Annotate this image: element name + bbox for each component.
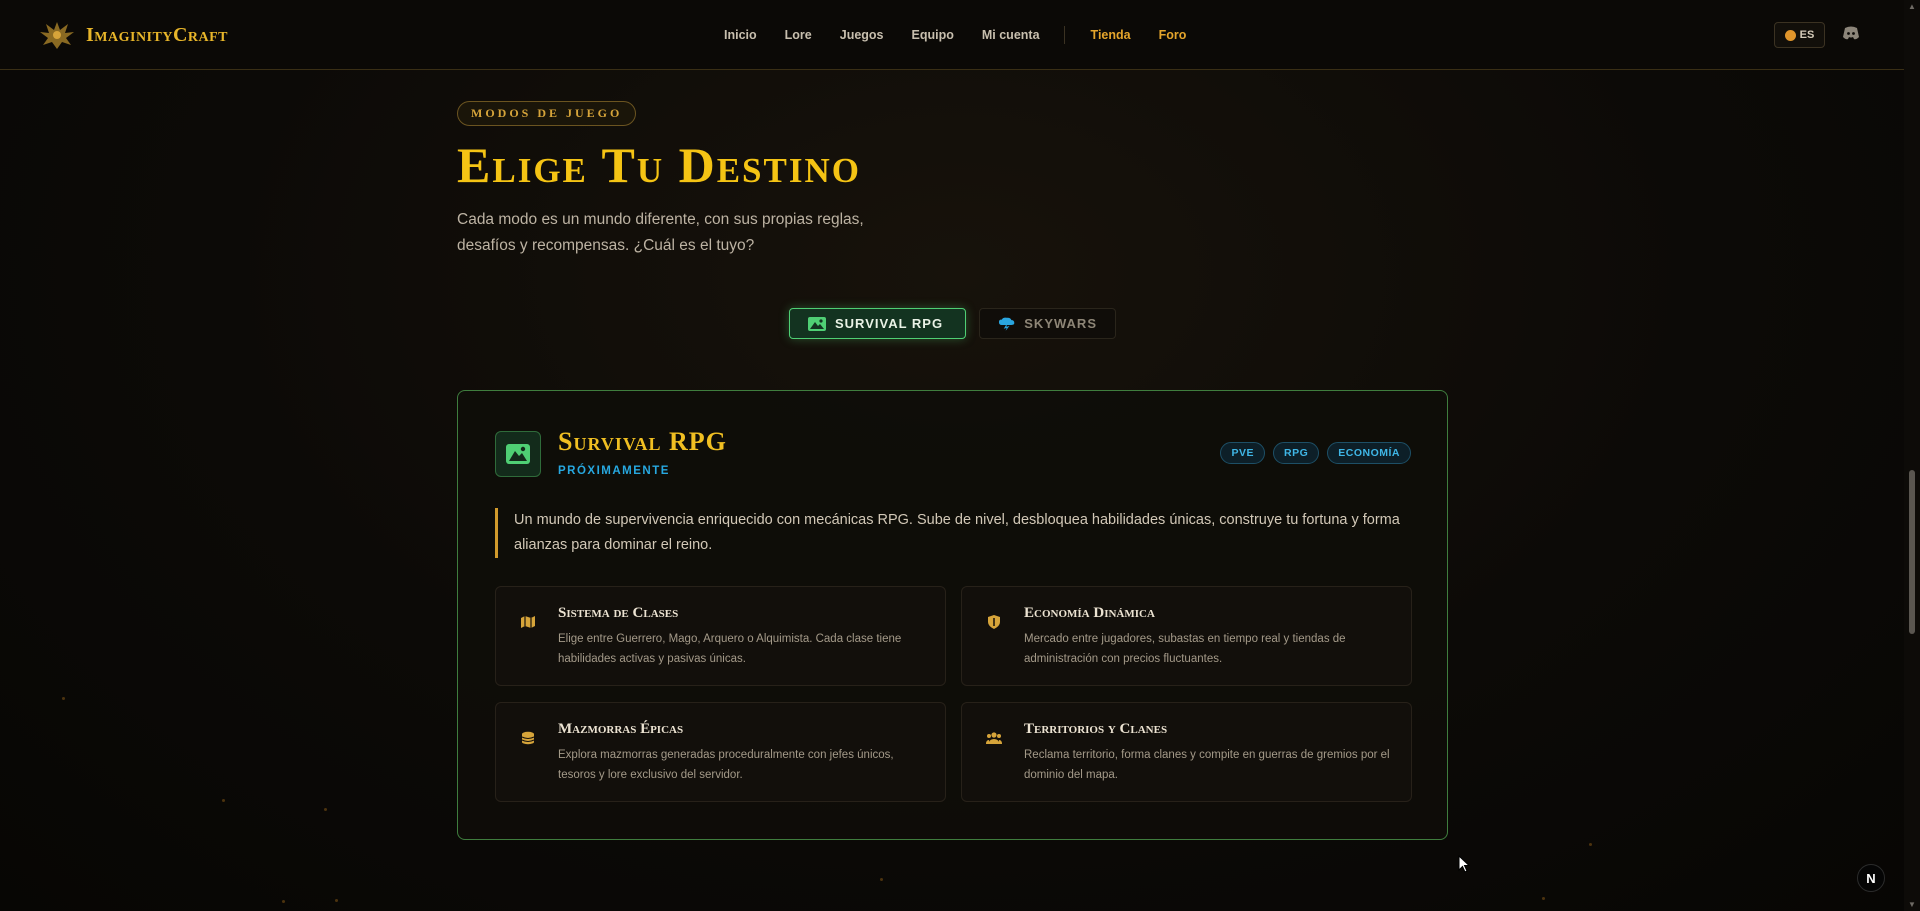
feature-desc: Mercado entre jugadores, subastas en tie… <box>1024 633 1346 665</box>
page-scrollbar[interactable]: ▲ ▼ <box>1904 0 1920 911</box>
feature-card: Mazmorras Épicas Explora mazmorras gener… <box>495 702 946 802</box>
phoenix-logo-icon <box>40 22 74 49</box>
tab-survival-rpg[interactable]: SURVIVAL RPG <box>789 308 966 339</box>
language-label: ES <box>1799 29 1815 41</box>
ember-particle <box>62 697 65 700</box>
ember-particle <box>282 900 285 903</box>
nav-lore[interactable]: Lore <box>785 28 812 42</box>
feature-desc: Reclama territorio, forma clanes y compi… <box>1024 749 1390 781</box>
nav-equipo[interactable]: Equipo <box>912 28 954 42</box>
globe-icon <box>1784 29 1796 41</box>
scroll-down-icon[interactable]: ▼ <box>1908 900 1916 909</box>
site-header: ImaginityCraft Inicio Lore Juegos Equipo… <box>0 0 1904 70</box>
ember-particle <box>880 878 883 881</box>
language-selector[interactable]: ES <box>1774 22 1825 48</box>
ember-particle <box>1542 897 1545 900</box>
scroll-up-icon[interactable]: ▲ <box>1908 2 1916 11</box>
nav-foro[interactable]: Foro <box>1159 28 1187 42</box>
game-mode-tabs: SURVIVAL RPG SKYWARS <box>789 308 1116 339</box>
card-description: Un mundo de supervivencia enriquecido co… <box>495 508 1415 558</box>
feature-title: Economía Dinámica <box>1024 605 1155 621</box>
brand[interactable]: ImaginityCraft <box>38 18 228 52</box>
cloud-lightning-icon <box>998 317 1015 331</box>
nav-divider <box>1063 26 1065 44</box>
feature-card: Territorios y Clanes Reclama territorio,… <box>961 702 1412 802</box>
tag-economia: ECONOMÍA <box>1327 442 1411 464</box>
shield-icon <box>988 615 1000 629</box>
ember-particle <box>335 899 338 902</box>
tab-label: SURVIVAL RPG <box>835 316 944 331</box>
status-badge: PRÓXIMAMENTE <box>558 465 670 477</box>
mountain-icon <box>808 316 826 331</box>
map-icon <box>521 616 535 628</box>
game-mode-card: Survival RPG PRÓXIMAMENTE PVE RPG ECONOM… <box>457 390 1448 840</box>
ember-particle <box>324 808 327 811</box>
main-nav: Inicio Lore Juegos Equipo Mi cuenta Tien… <box>724 26 1214 44</box>
tab-label: SKYWARS <box>1024 316 1097 331</box>
ember-particle <box>1589 843 1592 846</box>
card-title: Survival RPG <box>558 427 727 456</box>
tag-pve: PVE <box>1220 442 1265 464</box>
mouse-cursor-icon <box>1458 855 1470 873</box>
feature-title: Sistema de Clases <box>558 605 679 621</box>
nav-juegos[interactable]: Juegos <box>840 28 884 42</box>
tag-rpg: RPG <box>1272 442 1320 464</box>
discord-icon[interactable] <box>1842 26 1860 40</box>
nav-tienda[interactable]: Tienda <box>1091 28 1131 42</box>
users-icon <box>986 732 1002 744</box>
feature-title: Mazmorras Épicas <box>558 721 684 737</box>
page-title: Elige Tu Destino <box>457 137 861 193</box>
feature-desc: Explora mazmorras generadas proceduralme… <box>558 749 894 781</box>
scroll-thumb[interactable] <box>1909 470 1915 634</box>
coins-icon <box>521 731 535 745</box>
tab-skywars[interactable]: SKYWARS <box>979 308 1116 339</box>
ember-particle <box>222 799 225 802</box>
feature-title: Territorios y Clanes <box>1024 721 1168 737</box>
nav-mi-cuenta[interactable]: Mi cuenta <box>982 28 1040 42</box>
feature-card: Sistema de Clases Elige entre Guerrero, … <box>495 586 946 686</box>
section-eyebrow: MODOS DE JUEGO <box>457 101 637 126</box>
tag-list: PVE RPG ECONOMÍA <box>1220 442 1411 464</box>
section-subtitle: Cada modo es un mundo diferente, con sus… <box>457 211 864 254</box>
mode-icon-box <box>495 431 541 477</box>
brand-name: ImaginityCraft <box>86 23 229 46</box>
nav-inicio[interactable]: Inicio <box>724 28 757 42</box>
feature-card: Economía Dinámica Mercado entre jugadore… <box>961 586 1412 686</box>
mountain-icon <box>506 444 530 464</box>
nextjs-badge[interactable]: N <box>1857 864 1885 892</box>
feature-desc: Elige entre Guerrero, Mago, Arquero o Al… <box>558 633 902 665</box>
